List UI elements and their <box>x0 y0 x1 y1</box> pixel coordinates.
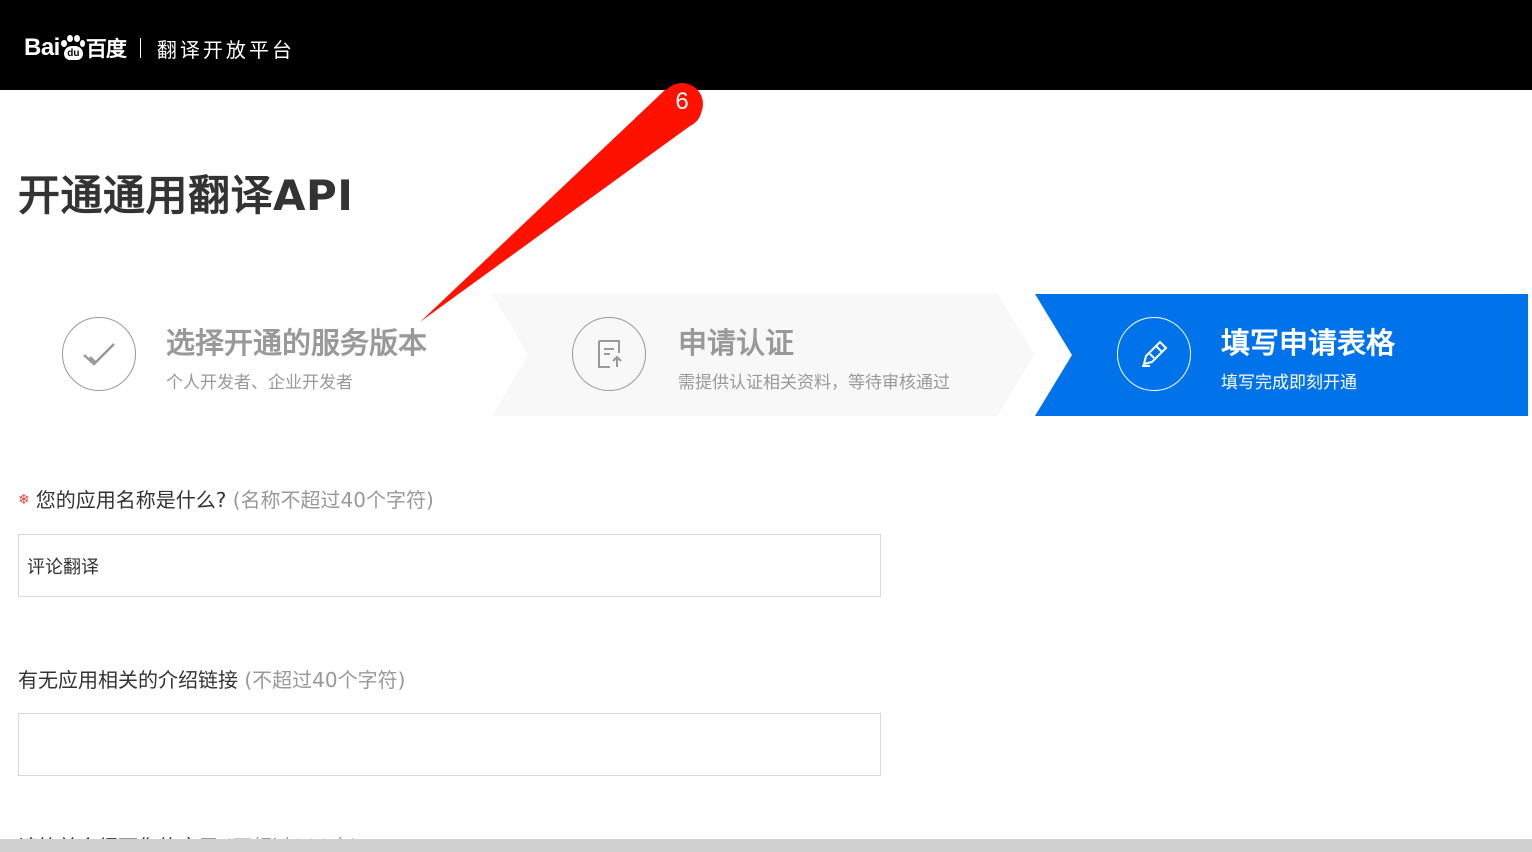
paw-icon: du <box>60 35 85 61</box>
step-desc: 填写完成即刻开通 <box>1221 373 1357 393</box>
paw-text: du <box>63 46 83 60</box>
app-name-value: 评论翻译 <box>27 556 99 578</box>
check-icon <box>62 317 136 391</box>
intro-link-hint: (不超过40个字符) <box>244 668 406 692</box>
step-title: 申请认证 <box>678 326 795 360</box>
step-desc: 个人开发者、企业开发者 <box>166 373 353 393</box>
app-name-hint: (名称不超过40个字符) <box>232 488 434 512</box>
app-name-input[interactable]: 评论翻译 <box>18 534 881 597</box>
app-name-label: ❄ 您的应用名称是什么? (名称不超过40个字符) <box>18 480 882 520</box>
horizontal-scrollbar[interactable] <box>0 839 1532 852</box>
intro-link-label-text: 有无应用相关的介绍链接 <box>18 668 238 692</box>
required-mark: ❄ <box>18 492 30 508</box>
progress-steps: 选择开通的服务版本 个人开发者、企业开发者 申请认证 需提供认证相关资料，等待审… <box>0 294 1532 416</box>
step-desc: 需提供认证相关资料，等待审核通过 <box>678 373 950 393</box>
annotation-pointer <box>420 86 702 322</box>
step-fill-form: 填写申请表格 填写完成即刻开通 <box>1035 294 1528 416</box>
baidu-logo[interactable]: Bai du 百度 翻译开放平台 <box>24 30 295 66</box>
page-title: 开通通用翻译API <box>18 171 354 220</box>
step-title: 填写申请表格 <box>1221 326 1396 360</box>
step-title: 选择开通的服务版本 <box>166 326 428 360</box>
logo-wordmark: Bai <box>24 34 60 61</box>
top-navbar: Bai du 百度 翻译开放平台 <box>0 0 1532 90</box>
logo-divider <box>139 38 141 58</box>
step-select-version: 选择开通的服务版本 个人开发者、企业开发者 <box>0 294 492 416</box>
document-upload-icon <box>572 317 646 391</box>
logo-chinese: 百度 <box>85 37 127 61</box>
annotation-badge-number: 6 <box>675 88 689 115</box>
pencil-icon <box>1117 317 1191 391</box>
intro-link-label: 有无应用相关的介绍链接 (不超过40个字符) <box>18 660 882 700</box>
step-apply-verification: 申请认证 需提供认证相关资料，等待审核通过 <box>492 294 1034 416</box>
product-name: 翻译开放平台 <box>156 37 295 62</box>
application-form: ❄ 您的应用名称是什么? (名称不超过40个字符) 评论翻译 有无应用相关的介绍链… <box>18 480 882 852</box>
intro-link-input[interactable] <box>18 713 881 776</box>
app-name-label-text: 您的应用名称是什么? <box>35 488 227 512</box>
